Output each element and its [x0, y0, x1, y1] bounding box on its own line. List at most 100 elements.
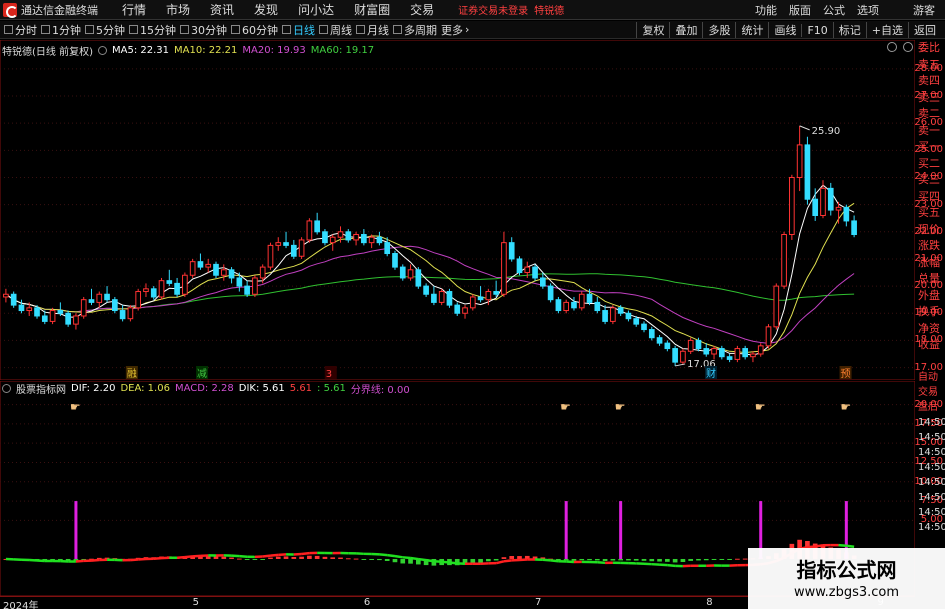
btn-draw[interactable]: 画线 — [768, 22, 801, 38]
candle-body[interactable] — [314, 220, 320, 233]
candle-body[interactable] — [547, 285, 554, 301]
menu-formula[interactable]: 公式 — [817, 2, 851, 18]
candle-body[interactable] — [532, 266, 538, 279]
candle-body[interactable] — [283, 242, 289, 246]
candle-body[interactable] — [143, 288, 149, 293]
btn-f10[interactable]: F10 — [801, 23, 832, 37]
candle-body[interactable] — [516, 258, 523, 274]
side-panel-item[interactable]: 收益 — [918, 337, 945, 354]
candle-body[interactable] — [205, 263, 212, 268]
side-panel-item[interactable]: 交易 — [918, 385, 945, 400]
candle-body[interactable] — [361, 234, 367, 244]
candle-body[interactable] — [718, 348, 725, 358]
settings-circle-icon[interactable] — [2, 384, 11, 393]
side-panel-item[interactable]: 14:50 — [918, 445, 945, 460]
side-panel-item[interactable]: 盘后 — [918, 400, 945, 415]
candle-body[interactable] — [10, 293, 17, 306]
candle-body[interactable] — [789, 176, 795, 236]
candle-body[interactable] — [641, 323, 647, 331]
menu-trade[interactable]: 交易 — [400, 1, 444, 18]
side-panel-item[interactable]: 涨跌 — [918, 238, 945, 255]
btn-add-watchlist[interactable]: +自选 — [865, 22, 908, 38]
period-intraday[interactable]: 分时 — [4, 22, 37, 38]
menu-options[interactable]: 选项 — [851, 2, 885, 18]
candle-body[interactable] — [454, 304, 461, 314]
btn-overlay[interactable]: 叠加 — [669, 22, 702, 38]
candle-body[interactable] — [135, 291, 142, 309]
candle-body[interactable] — [3, 293, 9, 298]
candle-body[interactable] — [34, 307, 40, 317]
candle-body[interactable] — [322, 231, 328, 244]
candle-body[interactable] — [189, 261, 196, 276]
menu-discover[interactable]: 发现 — [244, 1, 288, 18]
candle-body[interactable] — [571, 301, 577, 309]
candle-body[interactable] — [827, 187, 834, 211]
side-panel-item[interactable]: 卖五 — [918, 57, 945, 74]
candle-body[interactable] — [415, 269, 422, 287]
side-panel-item[interactable]: 买五 — [918, 205, 945, 222]
candle-body[interactable] — [742, 348, 748, 358]
side-panel-item[interactable]: 14:50 — [918, 430, 945, 445]
candle-body[interactable] — [174, 282, 180, 295]
candle-body[interactable] — [555, 299, 562, 312]
side-panel-item[interactable]: 14:50 — [918, 490, 945, 505]
candle-body[interactable] — [586, 293, 593, 303]
candle-body[interactable] — [18, 304, 25, 312]
candle-body[interactable] — [750, 353, 756, 358]
candle-body[interactable] — [290, 244, 297, 257]
settings-circle-icon[interactable] — [97, 46, 107, 55]
candle-body[interactable] — [41, 315, 48, 322]
candle-body[interactable] — [812, 198, 819, 216]
event-marker-m2[interactable]: 减 — [197, 368, 207, 380]
candle-body[interactable] — [80, 299, 87, 317]
candle-body[interactable] — [734, 348, 741, 360]
menu-fortune[interactable]: 财富圈 — [344, 1, 400, 18]
candle-body[interactable] — [112, 299, 118, 312]
candle-body[interactable] — [508, 242, 515, 260]
candle-body[interactable] — [594, 301, 601, 312]
candle-body[interactable] — [446, 291, 453, 306]
side-panel-item[interactable]: 卖三 — [918, 90, 945, 107]
candle-body[interactable] — [804, 144, 811, 200]
candle-body[interactable] — [524, 266, 531, 274]
candle-body[interactable] — [563, 301, 570, 312]
menu-quotes[interactable]: 行情 — [112, 1, 156, 18]
candle-body[interactable] — [228, 269, 235, 279]
candle-body[interactable] — [438, 291, 445, 303]
candle-body[interactable] — [353, 234, 359, 241]
period-weekly[interactable]: 周线 — [319, 22, 352, 38]
candle-body[interactable] — [220, 269, 227, 276]
candle-body[interactable] — [236, 277, 243, 287]
candle-body[interactable] — [540, 277, 546, 287]
candle-body[interactable] — [648, 329, 655, 339]
candle-body[interactable] — [158, 280, 165, 298]
side-panel-item[interactable]: 卖二 — [918, 106, 945, 123]
candle-body[interactable] — [633, 318, 640, 325]
candle-body[interactable] — [275, 242, 282, 246]
login-notice[interactable]: 证券交易未登录 — [458, 2, 528, 17]
side-panel-item[interactable]: 买三 — [918, 172, 945, 189]
candle-body[interactable] — [477, 296, 484, 301]
candle-body[interactable] — [423, 285, 429, 295]
period-30min[interactable]: 30分钟 — [180, 22, 227, 38]
close-icon[interactable] — [903, 42, 913, 52]
side-panel-item[interactable]: 外盘 — [918, 288, 945, 305]
menu-news[interactable]: 资讯 — [200, 1, 244, 18]
event-marker-m3[interactable]: 3 — [326, 369, 332, 380]
candle-body[interactable] — [119, 310, 126, 320]
period-multi[interactable]: 多周期 — [393, 22, 437, 38]
candle-body[interactable] — [796, 144, 803, 178]
candle-body[interactable] — [773, 285, 780, 328]
candle-body[interactable] — [617, 307, 624, 314]
side-panel-item[interactable]: 换手 — [918, 304, 945, 321]
btn-multi-stock[interactable]: 多股 — [702, 22, 735, 38]
side-panel-item[interactable]: 卖四 — [918, 73, 945, 90]
side-panel-item[interactable]: 现价 — [918, 222, 945, 239]
candle-body[interactable] — [182, 274, 188, 295]
candle-body[interactable] — [493, 291, 499, 295]
side-panel-item[interactable]: 卖一 — [918, 123, 945, 140]
candle-body[interactable] — [392, 253, 398, 268]
event-marker-m1[interactable]: 融 — [127, 368, 137, 380]
guest-user[interactable]: 游客 — [907, 2, 941, 18]
candle-body[interactable] — [781, 234, 787, 287]
